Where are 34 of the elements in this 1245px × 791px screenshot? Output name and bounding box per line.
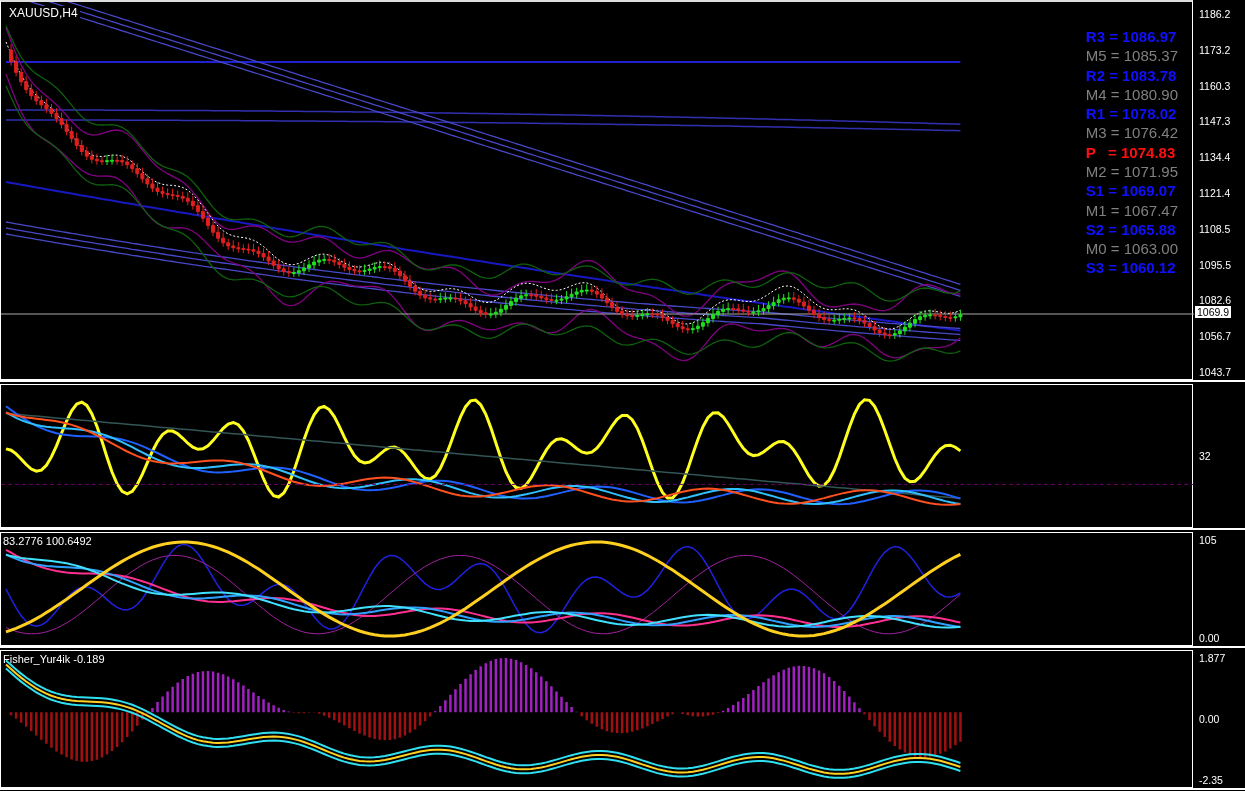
axis-label: 32	[1198, 450, 1212, 462]
axis-label: 1.877	[1198, 652, 1227, 664]
axis-label: 105	[1198, 534, 1218, 546]
axis-label: 0.00	[1198, 713, 1221, 725]
indicator-label: Fisher_Yur4ik -0.189	[3, 653, 105, 665]
current-price-label: 1069.9	[1195, 306, 1232, 318]
pivot-level: M4 = 1080.90	[1085, 85, 1178, 104]
pivot-level: R1 = 1078.02	[1085, 105, 1177, 124]
price-axis-label: 1121.4	[1198, 187, 1232, 199]
symbol-label: XAUUSD,H4	[7, 6, 80, 20]
axis-label: 0.00	[1198, 632, 1221, 644]
price-axis-label: 1173.2	[1198, 43, 1232, 56]
axis-label: -2.35	[1198, 774, 1224, 786]
indicator-label: 83.2776 100.6492	[3, 535, 92, 547]
pivot-level: S1 = 1069.07	[1085, 182, 1176, 201]
pivot-level: S3 = 1060.12	[1085, 259, 1176, 278]
price-axis-label: 1147.3	[1198, 115, 1232, 128]
price-axis-label: 1095.5	[1198, 258, 1233, 271]
price-axis-label: 1160.3	[1198, 79, 1232, 92]
pivot-level: R3 = 1086.97	[1085, 28, 1177, 47]
pivot-level: M3 = 1076.42	[1085, 124, 1178, 143]
pivot-level: M0 = 1063.00	[1085, 240, 1178, 259]
pivot-level: M2 = 1071.95	[1085, 162, 1178, 182]
price-axis-label: 1056.7	[1198, 330, 1233, 343]
pivot-level: M5 = 1085.37	[1085, 47, 1178, 66]
pivot-level: S2 = 1065.88	[1085, 220, 1176, 239]
price-axis-label: 1082.6	[1198, 294, 1233, 307]
price-axis-label: 1134.4	[1198, 151, 1232, 164]
price-axis-label: 1043.7	[1198, 365, 1233, 378]
pivot-level: M1 = 1067.47	[1085, 201, 1178, 220]
price-axis-label: 1186.2	[1198, 8, 1232, 20]
price-axis-label: 1108.5	[1198, 222, 1232, 235]
pivot-level: R2 = 1083.78	[1085, 66, 1177, 85]
pivot-level: P = 1074.83	[1085, 143, 1176, 162]
